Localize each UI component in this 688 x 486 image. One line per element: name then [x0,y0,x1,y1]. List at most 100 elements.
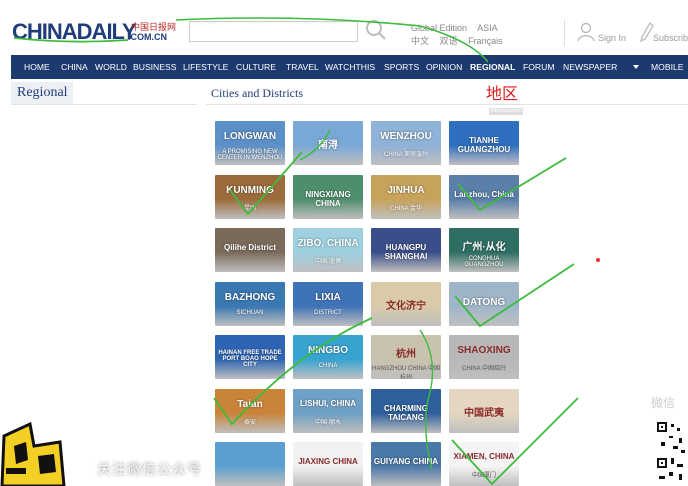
city-tile-subtitle: HANGZHOU CHINA 中国杭州 [371,366,440,379]
city-tile-title: DATONG [462,297,506,308]
city-tile-subtitle: 昆明 [243,206,256,212]
nav-item-regional[interactable]: REGIONAL [470,55,515,79]
nav-item-mobile[interactable]: MOBILE [651,55,683,79]
city-tile[interactable]: 杭州 HANGZHOU CHINA 中国杭州 [371,335,441,379]
city-tile[interactable]: LONGWAN A PROMISING NEW CENTER IN WENZHOU [215,121,285,165]
logo-text: CHINADAILY [12,19,137,44]
city-tile[interactable]: LISHUI, CHINA 中国·丽水 [293,389,363,433]
site-logo[interactable]: CHINADAILY [12,19,137,45]
city-tile-subtitle: SICHUAN [236,310,264,316]
regional-title: Regional [11,82,73,104]
city-tile-title: NINGXIANG CHINA [305,190,351,208]
newspaper-dropdown-icon[interactable] [633,65,639,69]
city-tile-title: CHARMING TAICANG [384,404,428,422]
city-tile[interactable] [215,442,285,486]
city-tile[interactable]: 文化济宁 [371,282,441,326]
city-tile[interactable]: HAINAN FREE TRADE PORT BOAO HOPE CITY [215,335,285,379]
nav-item-lifestyle[interactable]: LIFESTYLE [183,55,228,79]
city-tile-title: Taian [237,399,263,410]
city-tile-title: HUANGPU SHANGHAI [384,243,428,261]
city-tile[interactable]: CHARMING TAICANG [371,389,441,433]
right-divider [206,104,688,105]
city-tile-title: 南浔 [318,140,338,151]
nav-item-sports[interactable]: SPORTS [384,55,419,79]
city-tile-title: Qilihe District [223,243,276,252]
handwritten-label: 地区 [486,84,519,103]
mascot-logo [0,421,66,486]
city-tile[interactable]: LIXIA DISTRICT [293,282,363,326]
city-tile-title: JIAXING CHINA [298,457,358,466]
nav-item-culture[interactable]: CULTURE [236,55,276,79]
nav-item-home[interactable]: HOME [24,55,50,79]
edition-chinese[interactable]: 中文 [411,36,429,46]
nav-item-opinion[interactable]: OPINION [426,55,462,79]
city-tile[interactable]: 中国武夷 [449,389,519,433]
nav-item-travel[interactable]: TRAVEL [286,55,319,79]
city-tile[interactable]: KUNMING 昆明 [215,175,285,219]
city-tile[interactable]: BAZHONG SICHUAN [215,282,285,326]
city-tile-title: NINGBO [308,345,348,356]
city-tile-subtitle: DISTRICT [314,310,342,316]
city-tile-title: GUIYANG CHINA [373,457,439,466]
nav-item-watchthis[interactable]: WATCHTHIS [325,55,375,79]
city-tile[interactable]: TIANHE GUANGZHOU [449,121,519,165]
pen-icon [640,22,654,42]
advertisement-tag: Advertisement [489,108,523,115]
nav-item-business[interactable]: BUSINESS [133,55,176,79]
header-divider [564,20,565,46]
nav-item-forum[interactable]: FORUM [523,55,555,79]
city-tile[interactable]: WENZHOU CHINA 美丽温州 [371,121,441,165]
city-tile-subtitle: CONGHUA GUANGZHOU [464,256,504,268]
city-tile[interactable]: GUIYANG CHINA [371,442,441,486]
city-tile-title: SHAOXING [457,345,511,356]
city-tile-subtitle: CHINA 中国绍兴 [461,366,506,372]
city-tile[interactable]: 南浔 [293,121,363,165]
city-tile-title: LISHUI, CHINA [300,399,356,408]
city-tile-title: BAZHONG [224,292,276,303]
city-tile[interactable]: XIAMEN, CHINA 中国厦门 [449,442,519,486]
edition-asia[interactable]: ASIA [477,23,498,33]
search-icon[interactable] [365,19,387,41]
city-tile[interactable]: NINGXIANG CHINA [293,175,363,219]
city-tile-subtitle: CHINA 金华 [389,206,422,212]
city-tile-subtitle: CHINA [318,363,338,369]
edition-switcher: Global Edition ASIA 中文 双语 Français [411,22,511,48]
nav-item-world[interactable]: WORLD [95,55,127,79]
city-tile-title: WENZHOU [380,131,432,142]
page: CHINADAILY 中国日报网 .COM.CN Global Edition … [0,0,688,486]
red-dot [596,258,600,262]
city-tile[interactable]: JIAXING CHINA [293,442,363,486]
city-tile-title: LIXIA [315,292,341,303]
city-tile-title: TIANHE GUANGZHOU [457,136,511,154]
city-tile[interactable]: DATONG [449,282,519,326]
city-tile[interactable]: SHAOXING CHINA 中国绍兴 [449,335,519,379]
city-tile-subtitle: 中国·淄博 [315,259,341,265]
city-tile-title: KUNMING [226,185,274,196]
city-tile[interactable]: 广州·从化 CONGHUA GUANGZHOU [449,228,519,272]
search-input[interactable] [189,21,358,42]
nav-item-china[interactable]: CHINA [61,55,88,79]
logo-domain: .COM.CN [128,32,167,42]
city-tile[interactable]: Qilihe District [215,228,285,272]
edition-bilingual[interactable]: 双语 [440,36,458,46]
edition-global[interactable]: Global Edition [411,23,467,33]
city-tile-subtitle: 中国·丽水 [315,420,341,426]
subscribe-link[interactable]: Subscribe [640,22,688,46]
sign-in-label: Sign In [598,33,627,43]
city-tile-subtitle: CHINA 美丽温州 [383,152,428,158]
nav-item-newspaper[interactable]: NEWSPAPER [563,55,617,79]
city-tile[interactable]: Lanzhou, China [449,175,519,219]
city-tile[interactable]: HUANGPU SHANGHAI [371,228,441,272]
city-tile[interactable]: Taian 泰安 [215,389,285,433]
city-tile[interactable]: NINGBO CHINA [293,335,363,379]
edition-french[interactable]: Français [468,36,503,46]
city-tile[interactable]: JINHUA CHINA 金华 [371,175,441,219]
city-tile-title: LONGWAN [223,131,277,142]
city-tile-title: 杭州 [396,349,416,360]
city-tile[interactable]: ZIBO, CHINA 中国·淄博 [293,228,363,272]
city-tile-title: 广州·从化 [462,242,506,253]
city-tile-title: 文化济宁 [386,301,426,312]
city-tile-title: HAINAN FREE TRADE PORT BOAO HOPE CITY [218,350,282,368]
city-tile-title: 中国武夷 [464,408,504,419]
sign-in-link[interactable]: Sign In [577,22,627,46]
